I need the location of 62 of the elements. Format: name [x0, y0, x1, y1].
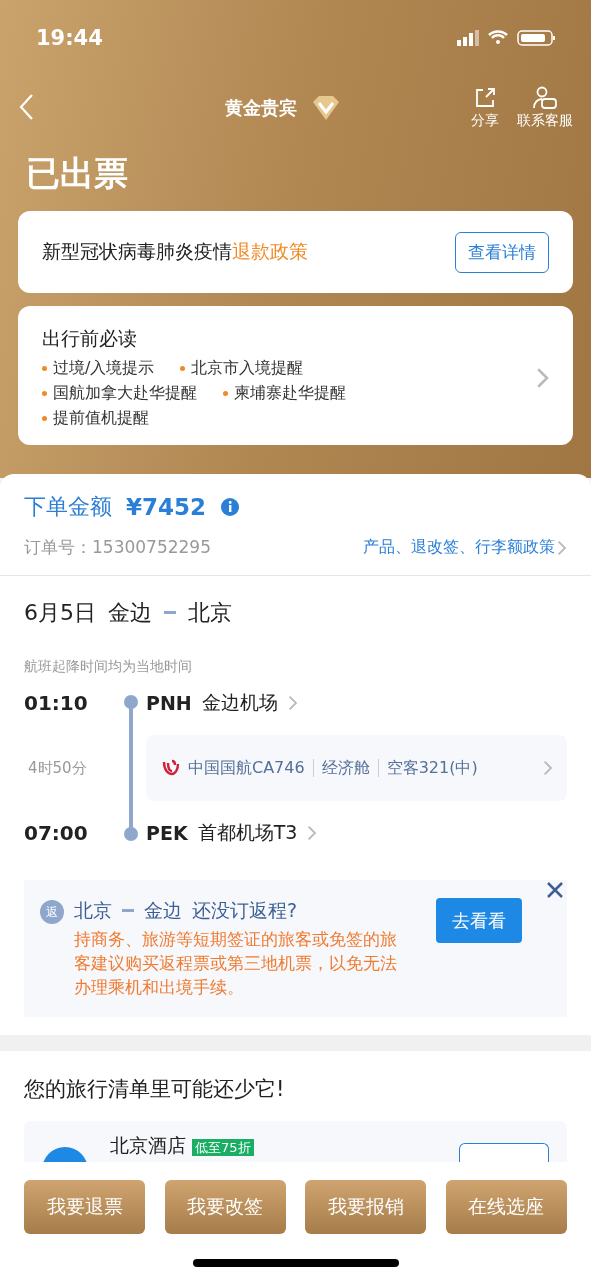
- order-number: 15300752295: [92, 537, 211, 557]
- arrival-airport[interactable]: PEK 首都机场T3: [146, 820, 567, 846]
- amount-value: ¥7452: [126, 494, 207, 520]
- order-number-label: 订单号：: [24, 537, 92, 557]
- dash-icon: [164, 611, 176, 615]
- action-button[interactable]: 我要报销: [305, 1180, 427, 1234]
- bullet-icon: [42, 366, 47, 371]
- diamond-icon: [310, 95, 341, 121]
- notice-item[interactable]: 过境/入境提示: [53, 358, 155, 379]
- share-icon: [473, 86, 497, 110]
- wifi-icon: [487, 30, 509, 45]
- amount-label: 下单金额: [24, 493, 112, 521]
- notice-title: 出行前必读: [42, 326, 138, 351]
- chevron-icon: [535, 366, 549, 389]
- notice-item[interactable]: 北京市入境提醒: [191, 358, 304, 379]
- action-button[interactable]: 我要改签: [164, 1180, 286, 1234]
- return-from: 北京: [74, 898, 112, 923]
- airline-logo-icon: [160, 758, 180, 778]
- chevron-icon: [287, 695, 298, 711]
- bullet-icon: [42, 416, 47, 421]
- details-button[interactable]: 查看详情: [455, 231, 549, 273]
- service-button[interactable]: 联系客服: [517, 86, 573, 130]
- person-chat-icon: [532, 86, 558, 110]
- notice-item[interactable]: 国航加拿大赴华提醒: [53, 383, 197, 404]
- ticket-status-title: 已出票: [25, 152, 129, 195]
- departure-time: 01:10: [24, 691, 89, 715]
- dash-icon: [122, 909, 134, 913]
- bullet-icon: [223, 391, 228, 396]
- action-button[interactable]: 在线选座: [445, 1180, 567, 1234]
- chevron-icon: [557, 539, 567, 556]
- flight-info-button[interactable]: 中国国航CA746 经济舱 空客321(中): [146, 735, 567, 801]
- view-button[interactable]: 去看看: [436, 898, 522, 943]
- bullet-icon: [180, 366, 186, 371]
- chevron-icon: [307, 825, 317, 841]
- notice-item[interactable]: 柬埔寨赴华提醒: [234, 383, 346, 404]
- return-advice: 持商务、旅游等短期签证的旅客或免签的旅客建议购买返程票或第三地机票，以免无法办理乘机和出境手续。: [74, 928, 398, 999]
- return-badge: 返: [40, 900, 64, 924]
- nav-title: 黄金贵宾: [224, 96, 297, 120]
- action-button[interactable]: 我要退票: [24, 1180, 145, 1234]
- discount-tag: 低至75折: [192, 1139, 254, 1157]
- bullet-icon: [42, 391, 47, 396]
- time-note: 航班起降时间均为当地时间: [24, 658, 193, 676]
- chevron-icon: [543, 760, 553, 776]
- return-to: 金边: [144, 898, 182, 923]
- arrival-time: 07:00: [24, 821, 89, 845]
- battery-icon: [517, 29, 555, 46]
- flight-duration: 4时50分: [27, 758, 88, 778]
- status-time: 19:44: [36, 25, 103, 50]
- suggestions-title: 您的旅行清单里可能还少它!: [24, 1076, 286, 1104]
- notice-item[interactable]: 提前值机提醒: [53, 408, 149, 429]
- info-icon[interactable]: [220, 497, 241, 517]
- hotel-button[interactable]: [459, 1143, 549, 1164]
- policy-text: 新型冠状病毒肺炎疫情退款政策: [42, 239, 308, 264]
- policy-link[interactable]: 产品、退改签、行李额政策: [363, 537, 567, 558]
- destination-city: 北京: [188, 599, 232, 627]
- flight-date: 6月5日: [24, 599, 96, 627]
- signal-icon: [457, 29, 479, 46]
- hotel-name: 北京酒店: [110, 1134, 186, 1157]
- origin-city: 金边: [108, 599, 152, 627]
- departure-airport[interactable]: PNH 金边机场: [146, 690, 567, 716]
- return-question: 还没订返程?: [192, 898, 298, 923]
- share-button[interactable]: 分享: [471, 86, 499, 130]
